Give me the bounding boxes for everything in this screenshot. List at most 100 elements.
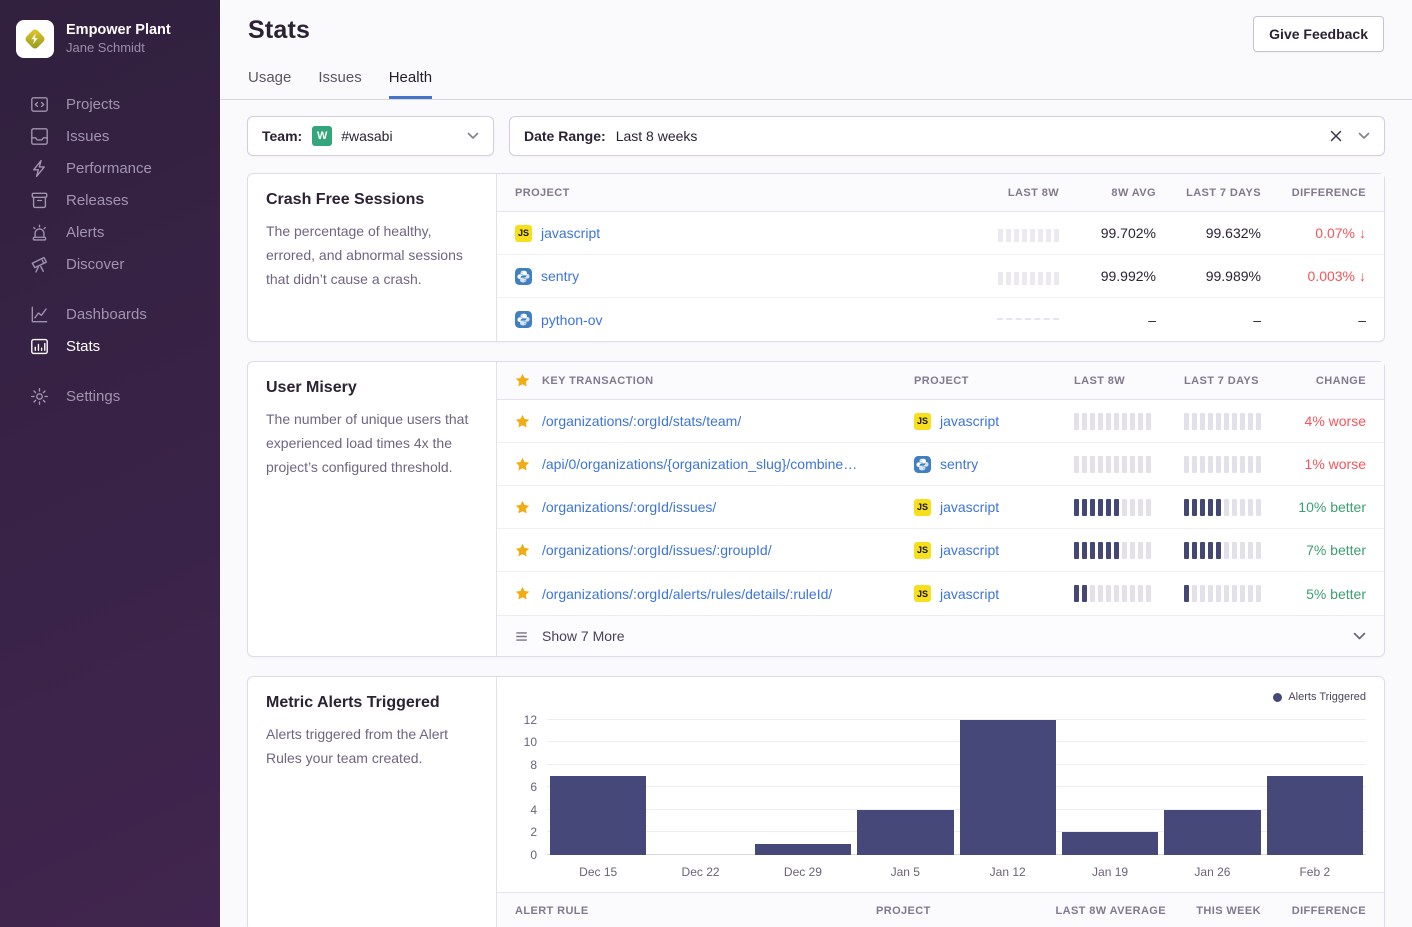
project-cell: python-ov bbox=[515, 311, 939, 328]
sparkline-bar bbox=[1038, 272, 1043, 285]
sparkline bbox=[1184, 585, 1261, 602]
sparkline-bar bbox=[1114, 542, 1119, 559]
project-link[interactable]: sentry bbox=[940, 456, 978, 472]
sparkline bbox=[998, 268, 1059, 285]
x-tick-label: Feb 2 bbox=[1264, 865, 1366, 879]
sparkline-bar bbox=[1130, 542, 1135, 559]
star-icon bbox=[515, 543, 530, 558]
tab-health[interactable]: Health bbox=[389, 69, 432, 99]
sparkline-bar bbox=[1138, 585, 1143, 602]
date-range-filter[interactable]: Date Range: Last 8 weeks bbox=[509, 116, 1385, 156]
project-link[interactable]: javascript bbox=[940, 499, 999, 515]
avg-value: 99.992% bbox=[1059, 268, 1156, 284]
chevron-down-icon bbox=[1353, 632, 1366, 641]
sidebar-item-settings[interactable]: Settings bbox=[0, 380, 220, 412]
sidebar-item-projects[interactable]: Projects bbox=[0, 88, 220, 120]
project-link[interactable]: javascript bbox=[940, 413, 999, 429]
column-header: DIFFERENCE bbox=[1261, 187, 1366, 199]
tab-issues[interactable]: Issues bbox=[318, 69, 361, 99]
column-header: THIS WEEK bbox=[1166, 905, 1261, 917]
sparkline-bar bbox=[1114, 456, 1119, 473]
y-tick-label: 6 bbox=[530, 780, 537, 794]
sparkline bbox=[1074, 585, 1151, 602]
last7-value: 99.989% bbox=[1156, 268, 1261, 284]
x-tick-label: Dec 15 bbox=[547, 865, 649, 879]
project-link[interactable]: javascript bbox=[940, 586, 999, 602]
close-icon[interactable] bbox=[1330, 130, 1342, 142]
project-cell: sentry bbox=[515, 268, 939, 285]
sparkline-bar bbox=[1022, 229, 1027, 242]
column-header: ALERT RULE bbox=[515, 905, 876, 917]
show-more-button[interactable]: Show 7 More bbox=[497, 615, 1384, 656]
issues-icon bbox=[30, 127, 49, 146]
project-cell: JSjavascript bbox=[515, 225, 939, 242]
last7-value: 99.632% bbox=[1156, 225, 1261, 241]
table-row: /organizations/:orgId/stats/team/JSjavas… bbox=[497, 400, 1384, 443]
trend-cell bbox=[939, 268, 1059, 285]
page-title: Stats bbox=[248, 16, 310, 45]
discover-icon bbox=[30, 255, 49, 274]
sparkline-bar bbox=[1122, 542, 1127, 559]
bar bbox=[857, 810, 953, 855]
legend-item[interactable]: Alerts Triggered bbox=[1273, 691, 1366, 703]
sparkline-bar bbox=[1184, 542, 1189, 559]
sparkline-bar bbox=[1046, 229, 1051, 242]
transaction-link[interactable]: /organizations/:orgId/issues/ bbox=[542, 499, 716, 515]
sparkline-bar bbox=[1098, 585, 1103, 602]
project-link[interactable]: sentry bbox=[541, 268, 579, 284]
sparkline-bar bbox=[1232, 499, 1237, 516]
trend-cell bbox=[939, 225, 1059, 242]
sparkline-bar bbox=[1248, 542, 1253, 559]
y-tick-label: 4 bbox=[530, 803, 537, 817]
panel-description: Alerts triggered from the Alert Rules yo… bbox=[266, 722, 478, 770]
sparkline-bar bbox=[1184, 499, 1189, 516]
org-switcher[interactable]: Empower Plant Jane Schmidt bbox=[0, 20, 220, 58]
project-link[interactable]: javascript bbox=[940, 542, 999, 558]
sparkline-bar bbox=[1192, 542, 1197, 559]
sidebar-item-stats[interactable]: Stats bbox=[0, 330, 220, 362]
tab-usage[interactable]: Usage bbox=[248, 69, 291, 99]
python-platform-icon bbox=[914, 456, 931, 473]
sidebar-item-releases[interactable]: Releases bbox=[0, 184, 220, 216]
y-tick-label: 12 bbox=[524, 713, 537, 727]
bar-slot bbox=[1161, 705, 1263, 855]
sidebar-item-issues[interactable]: Issues bbox=[0, 120, 220, 152]
legend-dot bbox=[1273, 693, 1282, 702]
transaction-link[interactable]: /organizations/:orgId/alerts/rules/detai… bbox=[542, 586, 832, 602]
sparkline-bar bbox=[1184, 413, 1189, 430]
y-tick-label: 2 bbox=[530, 825, 537, 839]
sparkline bbox=[1074, 456, 1151, 473]
sidebar-item-discover[interactable]: Discover bbox=[0, 248, 220, 280]
team-filter-label: Team: bbox=[262, 128, 302, 144]
content: Team: W #wasabi Date Range: Last 8 weeks bbox=[220, 100, 1412, 927]
sparkline bbox=[998, 225, 1059, 242]
sparkline-bar bbox=[1138, 542, 1143, 559]
chevron-down-icon[interactable] bbox=[1358, 132, 1370, 140]
sidebar-item-dashboards[interactable]: Dashboards bbox=[0, 298, 220, 330]
project-link[interactable]: python-ov bbox=[541, 312, 602, 328]
sparkline bbox=[1074, 413, 1151, 430]
project-cell: JSjavascript bbox=[914, 499, 1074, 516]
nav-group: Settings bbox=[0, 380, 220, 412]
sparkline-bar bbox=[1122, 585, 1127, 602]
arrow-down-icon: ↓ bbox=[1359, 268, 1366, 284]
sparkline-bar bbox=[998, 229, 1003, 242]
team-filter[interactable]: Team: W #wasabi bbox=[247, 116, 494, 156]
org-logo bbox=[16, 20, 54, 58]
bar-slot bbox=[1059, 705, 1161, 855]
sparkline-bar bbox=[1200, 499, 1205, 516]
python-platform-icon bbox=[515, 311, 532, 328]
transaction-link[interactable]: /api/0/organizations/{organization_slug}… bbox=[542, 456, 857, 472]
sparkline-bar bbox=[1200, 413, 1205, 430]
sidebar-item-alerts[interactable]: Alerts bbox=[0, 216, 220, 248]
transaction-link[interactable]: /organizations/:orgId/stats/team/ bbox=[542, 413, 741, 429]
project-link[interactable]: javascript bbox=[541, 225, 600, 241]
user-name: Jane Schmidt bbox=[66, 40, 171, 57]
transaction-link[interactable]: /organizations/:orgId/issues/:groupId/ bbox=[542, 542, 772, 558]
sparkline-bar bbox=[1098, 413, 1103, 430]
give-feedback-button[interactable]: Give Feedback bbox=[1253, 16, 1384, 52]
bar bbox=[1267, 776, 1363, 855]
column-header: DIFFERENCE bbox=[1261, 905, 1366, 917]
sparkline-bar bbox=[1240, 499, 1245, 516]
sidebar-item-performance[interactable]: Performance bbox=[0, 152, 220, 184]
